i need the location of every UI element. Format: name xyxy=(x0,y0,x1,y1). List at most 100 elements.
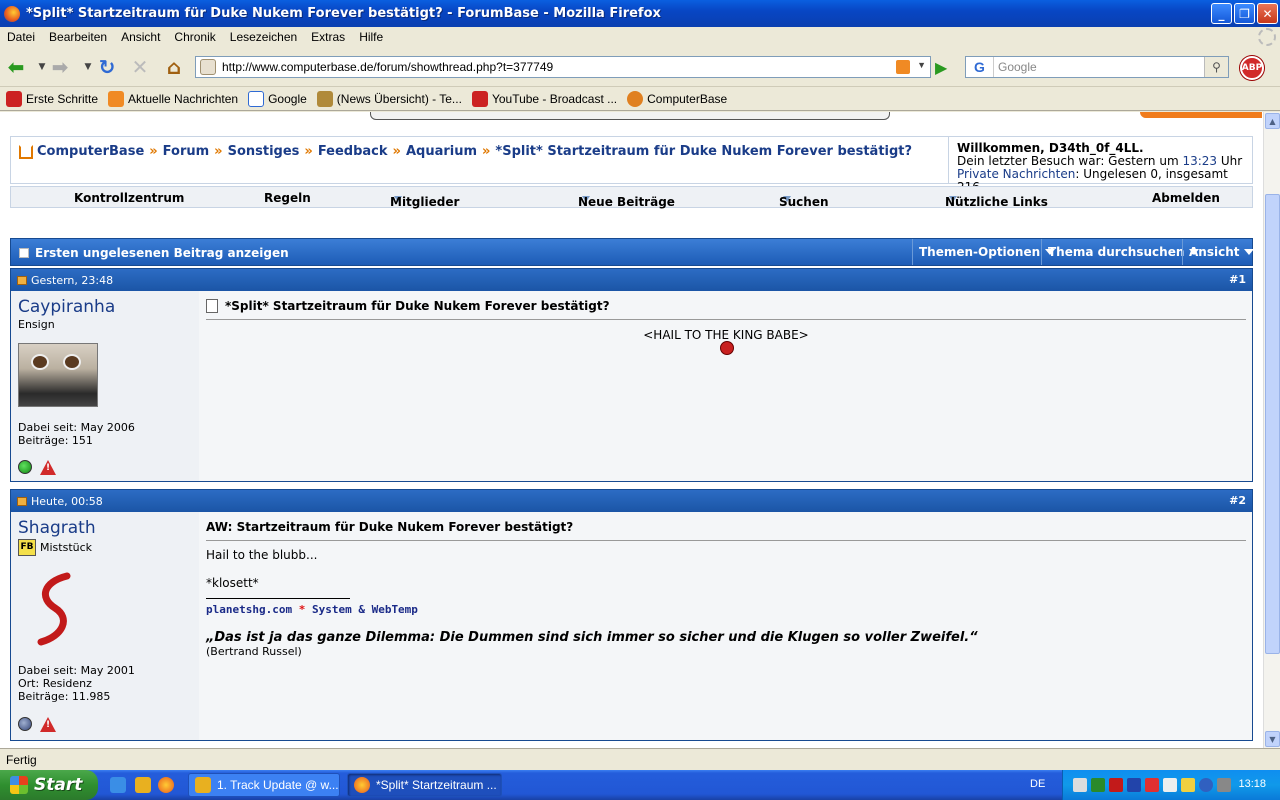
language-indicator[interactable]: DE xyxy=(1030,778,1045,790)
offline-status-icon xyxy=(18,717,32,731)
minimize-button[interactable]: _ xyxy=(1211,3,1232,24)
tray-nvidia-icon[interactable] xyxy=(1091,778,1105,792)
report-icon[interactable] xyxy=(40,460,56,475)
windows-flag-icon xyxy=(10,776,28,794)
bookmark-computerbase[interactable]: ComputerBase xyxy=(627,91,727,107)
nav-regeln[interactable]: Regeln xyxy=(264,191,311,205)
avatar[interactable] xyxy=(33,572,77,646)
search-bar[interactable]: G Google ⚲ xyxy=(965,56,1229,78)
thread-search-button[interactable]: Thema durchsuchen xyxy=(1041,239,1205,265)
window-title: *Split* Startzeitraum für Duke Nukem For… xyxy=(26,6,661,21)
app-icon xyxy=(195,777,211,793)
nav-abmelden[interactable]: Abmelden xyxy=(1152,191,1220,205)
breadcrumb-aquarium[interactable]: Aquarium xyxy=(406,144,477,159)
close-button[interactable]: ✕ xyxy=(1257,3,1278,24)
thread-toolbar: Ersten ungelesenen Beitrag anzeigen Them… xyxy=(10,238,1255,266)
tray-volume-icon[interactable] xyxy=(1163,778,1177,792)
avatar[interactable] xyxy=(18,343,98,407)
maximize-button[interactable]: ❐ xyxy=(1234,3,1255,24)
user-title: Ensign xyxy=(18,318,55,331)
breadcrumb-sonstiges[interactable]: Sonstiges xyxy=(228,144,300,159)
url-bar[interactable]: http://www.computerbase.de/forum/showthr… xyxy=(195,56,931,78)
signature-link-planetshg[interactable]: planetshg.com xyxy=(206,603,292,616)
adblock-icon[interactable]: ABP xyxy=(1240,56,1264,80)
home-icon[interactable]: ⌂ xyxy=(162,55,186,79)
bookmark-nachrichten[interactable]: Aktuelle Nachrichten xyxy=(108,91,238,107)
throbber-icon xyxy=(1258,28,1276,46)
menu-lesezeichen[interactable]: Lesezeichen xyxy=(223,30,304,44)
first-unread-link[interactable]: Ersten ungelesenen Beitrag anzeigen xyxy=(19,246,289,260)
thread-view-button[interactable]: Ansicht xyxy=(1182,239,1260,265)
post-message: *Split* Startzeitraum für Duke Nukem For… xyxy=(204,291,1252,481)
breadcrumb-computerbase[interactable]: ComputerBase xyxy=(37,144,144,159)
bookmark-google[interactable]: Google xyxy=(248,91,307,107)
site-top-nav-strip xyxy=(370,112,890,120)
scroll-thumb[interactable] xyxy=(1265,194,1280,654)
breadcrumb-feedback[interactable]: Feedback xyxy=(318,144,388,159)
username[interactable]: Caypiranha xyxy=(18,297,192,317)
tray-network-icon[interactable] xyxy=(1073,778,1087,792)
bookmark-icon xyxy=(6,91,22,107)
rss-icon[interactable] xyxy=(896,60,910,74)
menu-chronik[interactable]: Chronik xyxy=(167,30,222,44)
menu-extras[interactable]: Extras xyxy=(304,30,352,44)
nav-kontrollzentrum[interactable]: Kontrollzentrum xyxy=(74,191,184,205)
menu-ansicht[interactable]: Ansicht xyxy=(114,30,167,44)
signature-divider xyxy=(206,598,350,599)
taskbar-item-firefox[interactable]: *Split* Startzeitraum ... xyxy=(347,773,502,797)
post-number[interactable]: #2 xyxy=(1229,494,1246,507)
menu-bearbeiten[interactable]: Bearbeiten xyxy=(42,30,114,44)
tray-ati-icon[interactable] xyxy=(1109,778,1123,792)
username[interactable]: Shagrath xyxy=(18,518,192,538)
forum-header: ComputerBase » Forum » Sonstiges » Feedb… xyxy=(10,136,1253,194)
user-info: Caypiranha Ensign Dabei seit: May 2006 B… xyxy=(11,291,199,481)
thread-options-button[interactable]: Themen-Optionen xyxy=(912,239,1061,265)
private-messages-link[interactable]: Private Nachrichten xyxy=(957,167,1075,181)
quicklaunch-winamp-icon[interactable] xyxy=(135,777,151,793)
page-scrollbar[interactable]: ▲ ▼ xyxy=(1263,112,1280,748)
search-input[interactable]: Google xyxy=(998,60,1037,74)
tray-monitor-icon[interactable] xyxy=(1181,778,1195,792)
bookmark-news[interactable]: (News Übersicht) - Te... xyxy=(316,91,462,107)
reload-icon[interactable]: ↻ xyxy=(95,55,119,79)
breadcrumb-forum[interactable]: Forum xyxy=(163,144,210,159)
forward-icon[interactable]: ➡ xyxy=(48,55,72,79)
nav-suchen[interactable]: Suchen xyxy=(779,191,829,209)
tray-app-icon[interactable] xyxy=(1127,778,1141,792)
breadcrumb-separator: » xyxy=(482,144,491,159)
bookmark-youtube[interactable]: YouTube - Broadcast ... xyxy=(471,91,617,107)
search-icon[interactable]: ⚲ xyxy=(1204,57,1228,77)
taskbar-item-track-update[interactable]: 1. Track Update @ w... xyxy=(188,773,340,797)
quicklaunch-firefox-icon[interactable] xyxy=(158,777,174,793)
signature-link-system[interactable]: System & WebTemp xyxy=(312,603,418,616)
stop-icon[interactable]: ✕ xyxy=(128,55,152,79)
report-icon[interactable] xyxy=(40,717,56,732)
menu-bar: Datei Bearbeiten Ansicht Chronik Lesezei… xyxy=(0,27,1280,47)
menu-hilfe[interactable]: Hilfe xyxy=(352,30,390,44)
first-unread-icon xyxy=(19,248,29,258)
post-header: Gestern, 23:48 #1 xyxy=(11,269,1252,291)
scroll-down-icon[interactable]: ▼ xyxy=(1265,731,1280,747)
clock[interactable]: 13:18 xyxy=(1238,778,1266,790)
home-icon[interactable] xyxy=(19,144,33,159)
tray-update-icon[interactable] xyxy=(1217,778,1231,792)
start-button[interactable]: Start xyxy=(0,770,98,800)
scroll-up-icon[interactable]: ▲ xyxy=(1265,113,1280,129)
tray-security-icon[interactable] xyxy=(1145,778,1159,792)
nav-mitglieder[interactable]: Mitglieder xyxy=(390,191,459,209)
post-date: Heute, 00:58 xyxy=(31,494,103,508)
nav-neue-beitraege[interactable]: Neue Beiträge xyxy=(578,191,675,209)
google-icon xyxy=(248,91,265,107)
tray-bluetooth-icon[interactable] xyxy=(1199,778,1213,792)
google-engine-icon[interactable]: G xyxy=(966,57,994,77)
nav-nuetzliche-links[interactable]: Nützliche Links xyxy=(945,191,1048,209)
url-dropdown-icon[interactable]: ▼ xyxy=(917,60,926,70)
bookmark-erste-schritte[interactable]: Erste Schritte xyxy=(6,91,98,107)
menu-datei[interactable]: Datei xyxy=(0,30,42,44)
quicklaunch-ie-icon[interactable] xyxy=(110,777,126,793)
go-icon[interactable]: ▶ xyxy=(935,58,955,77)
post-number[interactable]: #1 xyxy=(1229,273,1246,286)
breadcrumb-separator: » xyxy=(149,144,158,159)
back-icon[interactable]: ⬅ xyxy=(4,55,28,79)
rss-icon xyxy=(108,91,125,107)
